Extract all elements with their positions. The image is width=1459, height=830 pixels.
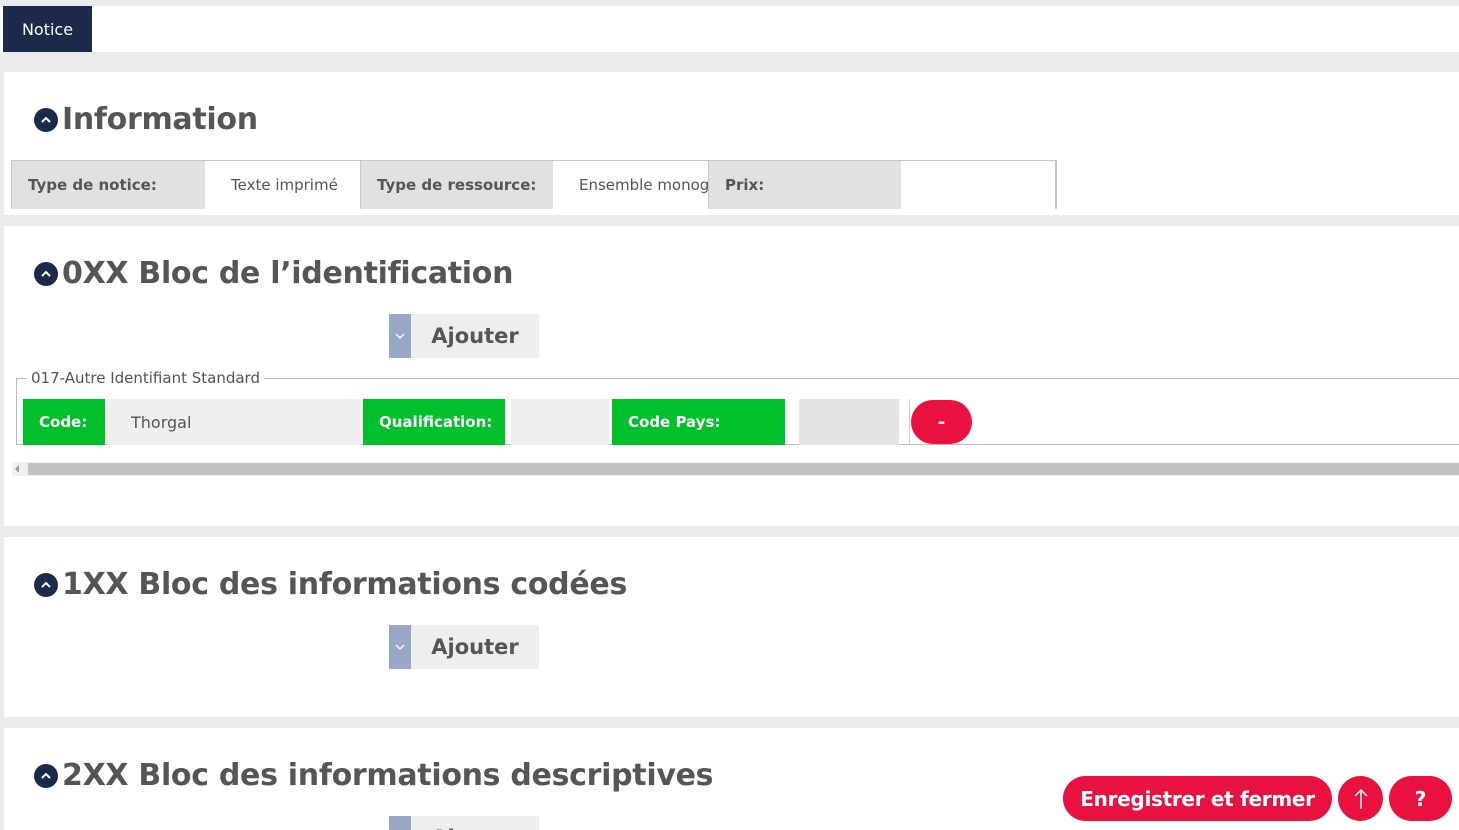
chevron-down-icon[interactable] xyxy=(389,314,411,358)
add-button[interactable]: Ajouter xyxy=(411,816,539,830)
section-title-label: 2XX Bloc des informations descriptives xyxy=(62,758,714,793)
add-field-control: Ajouter xyxy=(389,625,539,669)
save-and-close-button[interactable]: Enregistrer et fermer xyxy=(1063,776,1332,821)
section-bloc-1xx: 1XX Bloc des informations codées Ajouter xyxy=(4,537,1459,717)
type-notice-label: Type de notice: xyxy=(12,161,205,209)
add-button[interactable]: Ajouter xyxy=(411,625,539,669)
code-label: Code: xyxy=(23,399,105,445)
add-button[interactable]: Ajouter xyxy=(411,314,539,358)
arrow-up-icon xyxy=(1353,788,1368,809)
scrollbar-thumb[interactable] xyxy=(28,463,1459,475)
section-title[interactable]: Information xyxy=(34,102,258,137)
code-pays-input[interactable] xyxy=(799,399,899,445)
type-ressource-label: Type de ressource: xyxy=(360,161,553,209)
code-pays-label: Code Pays: xyxy=(612,399,785,445)
code-input[interactable]: Thorgal xyxy=(107,399,361,445)
section-title-label: 1XX Bloc des informations codées xyxy=(62,567,627,602)
field-group-017: 017-Autre Identifiant Standard Code: Tho… xyxy=(16,369,1459,445)
prix-label: Prix: xyxy=(708,161,901,209)
type-notice-value[interactable]: Texte imprimé xyxy=(205,161,360,209)
chevron-up-icon[interactable] xyxy=(34,763,58,788)
field-group-legend: 017-Autre Identifiant Standard xyxy=(31,369,260,387)
chevron-up-icon[interactable] xyxy=(34,107,58,132)
qualification-label: Qualification: xyxy=(363,399,505,445)
add-field-control: Ajouter xyxy=(389,816,539,830)
remove-button[interactable]: - xyxy=(911,400,972,444)
chevron-up-icon[interactable] xyxy=(34,261,58,286)
prix-value[interactable] xyxy=(901,161,1056,209)
section-bloc-0xx: 0XX Bloc de l’identification Ajouter 017… xyxy=(4,226,1459,526)
qualification-input[interactable] xyxy=(511,399,609,445)
field-group-row: Code: Thorgal Qualification: Code Pays: … xyxy=(23,399,972,445)
chevron-down-icon[interactable] xyxy=(389,816,411,830)
tab-bar: Notice xyxy=(0,6,1459,52)
section-title[interactable]: 0XX Bloc de l’identification xyxy=(34,256,513,291)
horizontal-scrollbar[interactable] xyxy=(12,462,1459,476)
section-title[interactable]: 1XX Bloc des informations codées xyxy=(34,567,627,602)
section-title-label: Information xyxy=(62,102,258,137)
section-title-label: 0XX Bloc de l’identification xyxy=(62,256,514,291)
add-field-control: Ajouter xyxy=(389,314,539,358)
scroll-left-icon[interactable] xyxy=(15,465,19,473)
chevron-up-icon[interactable] xyxy=(34,572,58,597)
tab-notice[interactable]: Notice xyxy=(3,6,92,52)
type-ressource-value[interactable]: Ensemble monographique xyxy=(553,161,708,209)
help-button[interactable]: ? xyxy=(1389,776,1452,821)
chevron-down-icon[interactable] xyxy=(389,625,411,669)
divider xyxy=(909,399,910,445)
section-information: Information Type de notice: Texte imprim… xyxy=(4,72,1459,215)
scroll-to-top-button[interactable] xyxy=(1338,776,1383,821)
section-title[interactable]: 2XX Bloc des informations descriptives xyxy=(34,758,713,793)
information-fields: Type de notice: Texte imprimé Type de re… xyxy=(11,160,1057,209)
